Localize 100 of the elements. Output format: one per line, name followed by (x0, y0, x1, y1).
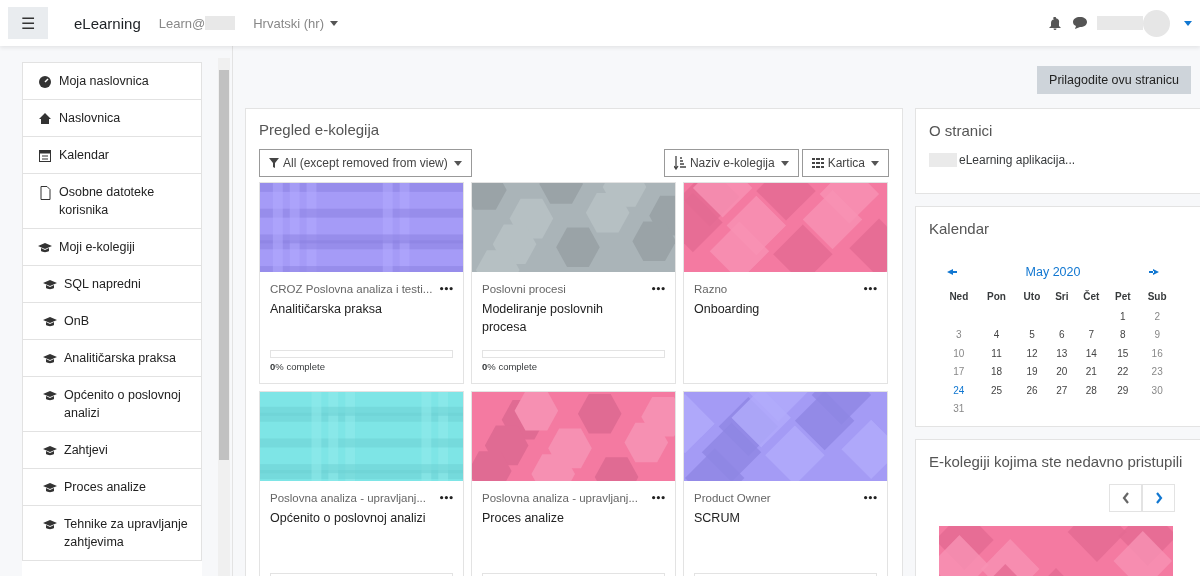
calendar-day[interactable]: 17 (953, 366, 965, 378)
block-title: O stranici (929, 122, 994, 139)
block-title: Kalendar (929, 220, 991, 237)
weekday-label: Sri (1055, 291, 1069, 302)
calendar-day[interactable]: 30 (1151, 384, 1163, 396)
sort-icon (673, 156, 686, 170)
course-card[interactable]: Poslovna analiza - upravljanj... ••• Proces analize (471, 391, 676, 576)
progress-label: 0% complete (482, 361, 538, 372)
nav-item[interactable]: OnB (22, 303, 202, 340)
view-dropdown[interactable]: Kartica (801, 149, 889, 177)
redacted-block (1097, 16, 1143, 30)
calendar-day[interactable]: 7 (1088, 329, 1094, 341)
course-category: Poslovni procesi (482, 283, 567, 295)
more-button[interactable]: ••• (438, 284, 453, 294)
course-name[interactable]: Onboarding (694, 300, 854, 318)
course-card[interactable]: CROZ Poslovna analiza i testi... ••• Analitičarska praksa 0% complete (259, 182, 464, 384)
previous-month-icon[interactable] (947, 269, 957, 275)
calendar-day[interactable]: 16 (1151, 347, 1163, 359)
calendar-day[interactable]: 21 (1085, 366, 1097, 378)
month-title[interactable]: May 2020 (1025, 265, 1081, 279)
calendar-day[interactable]: 10 (953, 347, 965, 359)
nav-item[interactable]: Analitičarska praksa (22, 340, 202, 377)
calendar-day[interactable]: 15 (1117, 347, 1129, 359)
menu-button[interactable]: ☰ (8, 7, 48, 39)
calendar-day[interactable]: 26 (1026, 384, 1038, 396)
site-brand[interactable]: eLearning (74, 14, 141, 32)
block-title: E-kolegiji kojima ste nedavno pristupili (929, 453, 1184, 470)
nav-item[interactable]: Proces analize (22, 469, 202, 506)
calendar-day[interactable]: 6 (1059, 329, 1065, 341)
calendar-day[interactable]: 27 (1056, 384, 1068, 396)
nav-item[interactable]: Zahtjevi (22, 432, 202, 469)
course-name[interactable]: SCRUM (694, 509, 854, 527)
next-month-icon[interactable] (1149, 269, 1159, 275)
graduation-cap-icon (43, 388, 57, 403)
calendar-day[interactable]: 23 (1151, 366, 1163, 378)
more-button[interactable]: ••• (438, 493, 453, 503)
calendar-day[interactable]: 18 (990, 366, 1003, 378)
customize-page-button[interactable]: Prilagodite ovu stranicu (1037, 66, 1191, 94)
nav-item[interactable]: Osobne datoteke korisnika (22, 174, 202, 229)
bell-icon[interactable] (1049, 16, 1061, 30)
calendar-day[interactable]: 22 (1117, 366, 1129, 378)
nav-item[interactable]: SQL napredni (22, 266, 202, 303)
calendar-day[interactable]: 5 (1029, 329, 1035, 341)
nav-item[interactable]: Naslovnica (22, 100, 202, 137)
calendar-icon (38, 148, 52, 163)
course-card[interactable]: Poslovna analiza - upravljanj... ••• Općenito o poslovnoj analizi (259, 391, 464, 576)
calendar-day[interactable]: 11 (991, 347, 1002, 359)
calendar-day[interactable]: 20 (1056, 366, 1068, 378)
sort-dropdown[interactable]: Naziv e-kolegija (663, 149, 799, 177)
course-category: Product Owner (694, 492, 772, 504)
course-card[interactable]: Poslovni procesi ••• Modeliranje poslovnih procesa 0% complete (471, 182, 676, 384)
caret-icon (453, 160, 462, 166)
more-button[interactable]: ••• (650, 284, 665, 294)
graduation-cap-icon (43, 480, 57, 495)
nav-item[interactable]: Moja naslovnica (22, 62, 202, 100)
more-button[interactable]: ••• (862, 493, 877, 503)
chevron-right-icon (1154, 492, 1163, 504)
calendar-day[interactable]: 19 (1026, 366, 1038, 378)
calendar-day[interactable]: 9 (1154, 329, 1160, 341)
course-name[interactable]: Općenito o poslovnoj analizi (270, 509, 430, 527)
nav-item[interactable]: Tehnike za upravljanje zahtjevima (22, 506, 202, 561)
more-button[interactable]: ••• (650, 493, 665, 503)
calendar-day[interactable]: 3 (956, 329, 962, 341)
filter-dropdown[interactable]: All (except removed from view) (259, 149, 472, 177)
grid-icon (811, 158, 824, 168)
nav-item[interactable]: Općenito o poslovnoj analizi (22, 377, 202, 432)
calendar-day[interactable]: 8 (1120, 329, 1126, 341)
course-category: CROZ Poslovna analiza i testi... (270, 283, 434, 295)
calendar-day[interactable]: 31 (953, 403, 965, 415)
graduation-cap-icon (43, 351, 57, 366)
calendar-day[interactable]: 12 (1026, 347, 1038, 359)
weekday-label: Pon (987, 291, 1006, 302)
more-button[interactable]: ••• (862, 284, 877, 294)
dashboard-icon (38, 74, 52, 89)
calendar-day[interactable]: 4 (993, 329, 1000, 341)
calendar-day[interactable]: 24 (953, 384, 965, 396)
nav-item[interactable]: Kalendar (22, 137, 202, 174)
calendar-day[interactable]: 14 (1085, 347, 1097, 359)
graduation-cap-icon (43, 443, 57, 458)
course-card[interactable]: Razno ••• Onboarding (683, 182, 888, 384)
calendar-day[interactable]: 25 (990, 384, 1003, 396)
block-title: Pregled e-kolegija (259, 121, 381, 138)
calendar-day[interactable]: 13 (1056, 347, 1068, 359)
filter-icon (269, 158, 279, 168)
file-icon (38, 185, 52, 200)
course-card[interactable]: Product Owner ••• SCRUM (683, 391, 888, 576)
site-link[interactable]: Learn@ (158, 15, 206, 31)
calendar-day[interactable]: 29 (1117, 384, 1129, 396)
course-name[interactable]: Analitičarska praksa (270, 300, 430, 318)
next-button[interactable] (1142, 484, 1175, 512)
chat-icon[interactable] (1073, 17, 1087, 29)
nav-item[interactable]: Moji e-kolegiji (22, 229, 202, 266)
language-menu[interactable]: Hrvatski (hr) (247, 14, 344, 32)
calendar-day[interactable]: 1 (1120, 310, 1126, 322)
course-name[interactable]: Proces analize (482, 509, 642, 527)
caret-icon (329, 20, 338, 26)
course-name[interactable]: Modeliranje poslovnih procesa (482, 300, 642, 336)
calendar-day[interactable]: 2 (1154, 310, 1160, 322)
caret-icon[interactable] (1184, 20, 1192, 26)
calendar-day[interactable]: 28 (1085, 384, 1097, 396)
